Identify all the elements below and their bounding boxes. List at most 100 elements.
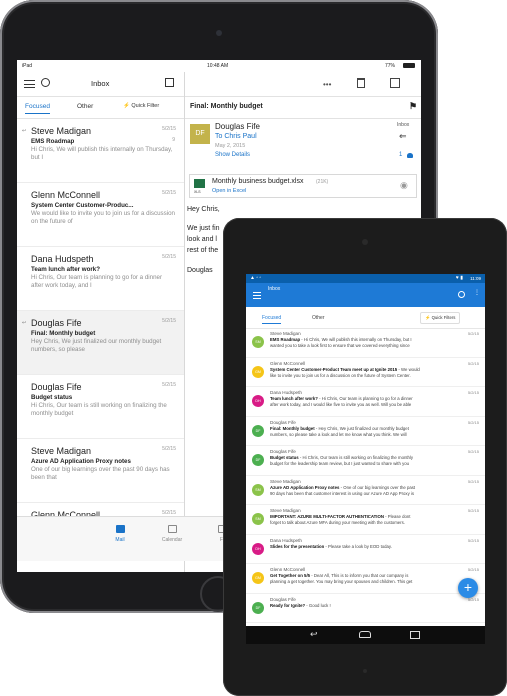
row-subject: Azure AD Application Proxy notes [270, 484, 340, 490]
android-camera [362, 239, 368, 245]
message-list-item[interactable]: Glenn McConnell System Center Customer-Pr… [17, 183, 184, 247]
row-subject-line: System Center Customer-Product Team meet… [270, 367, 470, 372]
row-subject-line: Final: Monthly budget - Hey Chris, We ju… [270, 426, 470, 431]
message-list-item[interactable]: Dana Hudspeth Team lunch after work? Hi Ch… [17, 247, 184, 311]
row-snippet: - Hi Chris, Our team is planning to go f… [317, 396, 413, 401]
more-icon[interactable]: ••• [323, 80, 331, 89]
message-preview: Hi Chris, We will publish this internall… [31, 146, 173, 161]
quick-filter-button[interactable]: ⚡ Quick Filter [123, 103, 159, 109]
open-in-excel-link[interactable]: Open in Excel [212, 188, 246, 194]
flag-icon[interactable]: ⚑ [409, 101, 417, 112]
reply-marker-icon: ↩ [22, 128, 27, 134]
tab-other[interactable]: Other [77, 103, 93, 110]
row-preview: 90 days has been that customer interest … [270, 490, 415, 496]
sender-avatar: DF [252, 601, 264, 614]
home-icon[interactable] [359, 631, 371, 638]
tab-focused[interactable]: Focused [25, 103, 50, 114]
android-message-row[interactable]: GM Glenn McConnell System Center Customer-… [246, 358, 485, 387]
body-line-3: rest of the [187, 247, 219, 254]
quick-filters-button[interactable]: ⚡ Quick Filters [420, 312, 461, 324]
tab-mail[interactable]: Mail [100, 525, 140, 543]
message-date: 5/2/15 [162, 126, 176, 132]
recipient[interactable]: To Chris Paul [215, 133, 257, 140]
reading-subject: Final: Monthly budget [190, 103, 263, 110]
row-subject-line: Slides for the presentation - Please tak… [270, 544, 470, 549]
row-sender: Steve Madigan [270, 508, 301, 513]
recents-icon[interactable] [410, 631, 420, 639]
tab-calendar[interactable]: Calendar [152, 525, 192, 543]
quick-filter-label: Quick Filter [131, 103, 160, 109]
android-message-row[interactable]: DH Dana Hudspeth Slides for the presentati… [246, 535, 485, 564]
row-date: 5/2/15 [467, 419, 479, 425]
android-hamburger-icon[interactable] [253, 292, 261, 299]
message-subject: System Center Customer-Produc... [31, 202, 134, 209]
compose-icon[interactable] [165, 78, 174, 87]
row-date: 5/2/15 [467, 360, 479, 366]
row-sender: Douglas Fife [270, 596, 296, 602]
show-details-link[interactable]: Show Details [215, 152, 250, 158]
search-icon[interactable] [41, 78, 50, 87]
row-subject: Get Together on 5/5 [270, 573, 311, 578]
android-message-row[interactable]: DF Douglas Fife Ready for Ignite? - Good l… [246, 594, 485, 623]
ipad-status-bar: iPad 10:48 AM 77% [17, 60, 421, 72]
row-date: 5/2/15 [467, 537, 479, 543]
row-subject: Team lunch after work? [270, 396, 318, 401]
status-time: 10:48 AM [207, 63, 229, 69]
row-snippet: - Please dont [383, 514, 411, 519]
row-snippet: - Hi Chris, Our team is still working on… [298, 455, 414, 460]
reply-marker-icon: ↩ [22, 320, 27, 326]
message-list-item[interactable]: ↩ Steve Madigan EMS Roadmap Hi Chris, We wi… [17, 119, 184, 183]
people-icon [407, 153, 413, 158]
back-icon[interactable]: ↩ [310, 629, 318, 640]
sender-avatar: GM [252, 572, 264, 584]
trash-icon[interactable] [357, 78, 365, 88]
row-subject-line: Budget status - Hi Chris, Our team is st… [270, 455, 470, 460]
archive-icon[interactable] [390, 78, 400, 88]
android-search-icon[interactable] [458, 291, 465, 298]
android-tab-other[interactable]: Other [312, 315, 325, 321]
message-preview: One of our big learnings over the past 9… [31, 466, 170, 481]
message-sender: Dana Hudspeth [31, 254, 94, 264]
android-message-row[interactable]: DF Douglas Fife Final: Monthly budget - He… [246, 417, 485, 446]
message-subject: EMS Roadmap [31, 138, 75, 145]
android-message-row[interactable]: SM Steve Madigan Azure AD Application Prox… [246, 476, 485, 505]
message-date: May 2, 2015 [215, 143, 246, 149]
android-status-bar: ▲ ▫ ▫ 11:09 ♥ ▮ [246, 274, 485, 283]
android-status-time: 11:09 [470, 275, 481, 281]
android-message-row[interactable]: GM Glenn McConnell Get Together on 5/5 - D… [246, 564, 485, 594]
sender-name[interactable]: Douglas Fife [215, 122, 260, 131]
message-list-item[interactable]: Douglas Fife Budget status Hi Chris, Our t… [17, 375, 184, 439]
message-subject: Budget status [31, 394, 73, 401]
message-date: 5/2/15 [162, 382, 176, 388]
row-subject-line: IMPORTANT: AZURE MULTI-FACTOR AUTHENTICA… [270, 514, 470, 519]
row-preview: planning a get together. You may bring y… [270, 579, 413, 584]
message-preview: We would like to invite you to join us f… [31, 210, 175, 225]
row-date: 5/2/15 [467, 478, 479, 484]
people-count[interactable]: 1 [399, 152, 402, 158]
folder-label: Inbox [397, 122, 410, 128]
row-subject: Ready for Ignite? [270, 602, 306, 608]
message-subject: Azure AD Application Proxy notes [31, 458, 131, 465]
row-snippet: - We would [397, 366, 420, 372]
android-message-row[interactable]: DH Dana Hudspeth Team lunch after work? - … [246, 387, 485, 417]
row-subject: Budget status [270, 455, 299, 460]
android-message-row[interactable]: DF Douglas Fife Budget status - Hi Chris, … [246, 446, 485, 476]
android-tab-focused[interactable]: Focused [262, 315, 282, 324]
sender-avatar: DF [252, 454, 264, 466]
row-sender: Douglas Fife [270, 449, 296, 454]
android-message-row[interactable]: SM Steve Madigan IMPORTANT: AZURE MULTI-FA… [246, 505, 485, 535]
compose-fab[interactable]: + [458, 578, 478, 598]
attachment-card[interactable]: XLS Monthly business budget.xlsx (21K) O… [189, 174, 417, 198]
message-list-item[interactable]: Steve Madigan Azure AD Application Proxy … [17, 439, 184, 503]
hamburger-icon[interactable] [24, 80, 35, 88]
eye-icon[interactable]: ◉ [400, 180, 408, 191]
sender-avatar: SM [252, 336, 264, 348]
sender-avatar: DH [252, 542, 264, 555]
row-snippet: - Hey Chris, We just finalized our month… [314, 425, 409, 431]
reply-icon[interactable]: ⇐ [399, 131, 407, 142]
row-preview: budget for the leadership team review, b… [270, 461, 410, 466]
message-sender: Douglas Fife [31, 318, 82, 328]
android-message-row[interactable]: SM Steve Madigan EMS Roadmap - Hi Chris, W… [246, 328, 485, 358]
message-list-item[interactable]: ↩ Douglas Fife Final: Monthly budget Hey Ch… [17, 311, 184, 375]
overflow-menu-icon[interactable]: ⋮ [474, 289, 480, 296]
